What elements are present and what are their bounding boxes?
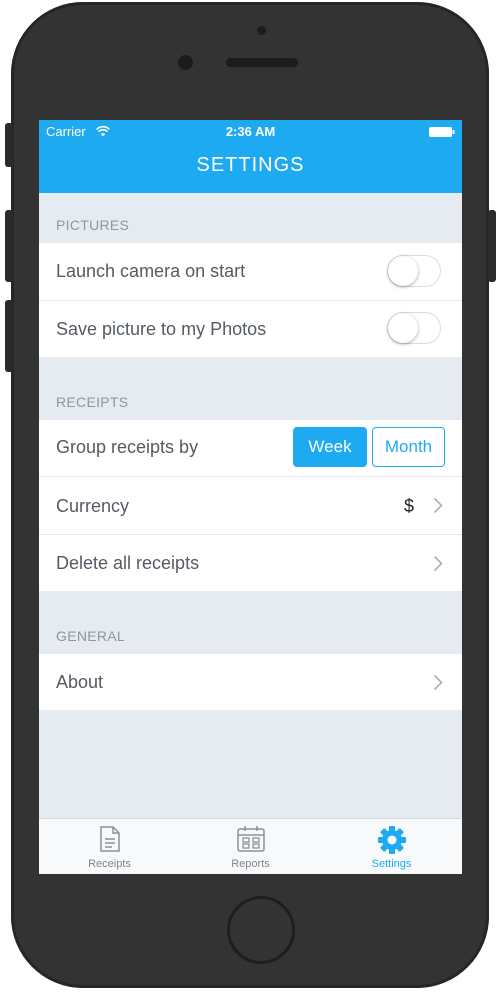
tab-receipts[interactable]: Receipts (39, 819, 180, 874)
mute-switch (5, 123, 13, 167)
earpiece-speaker (226, 58, 298, 67)
group-by-month-button[interactable]: Month (372, 427, 445, 467)
app-screen: Carrier 2:36 AM SETTINGS PICTURES Launch… (39, 120, 462, 874)
section-label-general: GENERAL (56, 628, 126, 644)
battery-icon (429, 127, 455, 137)
chevron-right-icon (433, 555, 443, 572)
tab-bar: Receipts Reports Settings (39, 818, 462, 874)
setting-currency[interactable]: Currency $ (39, 477, 462, 534)
setting-launch-camera: Launch camera on start (39, 243, 462, 300)
toggle-knob (388, 256, 418, 286)
home-button[interactable] (227, 896, 295, 964)
setting-label: About (56, 672, 104, 692)
setting-label: Launch camera on start (56, 261, 246, 281)
tab-label: Settings (371, 858, 412, 870)
receipt-icon (99, 826, 120, 852)
gear-icon (377, 826, 406, 854)
setting-label: Currency (56, 496, 130, 516)
launch-camera-toggle[interactable] (387, 255, 441, 287)
save-photos-toggle[interactable] (387, 312, 441, 344)
toggle-knob (388, 313, 418, 343)
setting-delete-receipts[interactable]: Delete all receipts (39, 535, 462, 591)
volume-down-button (5, 300, 13, 372)
calendar-icon (236, 826, 265, 852)
setting-save-photos: Save picture to my Photos (39, 301, 462, 357)
tab-reports[interactable]: Reports (180, 819, 321, 874)
setting-label: Delete all receipts (56, 553, 200, 573)
chevron-right-icon (433, 674, 443, 691)
section-label-pictures: PICTURES (56, 217, 130, 233)
chevron-right-icon (433, 497, 443, 514)
page-title: SETTINGS (196, 154, 305, 176)
status-bar: Carrier 2:36 AM (39, 124, 462, 142)
group-by-week-button[interactable]: Week (293, 427, 367, 467)
volume-up-button (5, 210, 13, 282)
currency-value: $ (404, 496, 415, 516)
tab-settings[interactable]: Settings (321, 819, 462, 874)
setting-label: Save picture to my Photos (56, 319, 267, 339)
power-button (488, 210, 496, 282)
setting-group-receipts: Group receipts by Week Month (39, 420, 462, 476)
setting-label: Group receipts by (56, 437, 199, 457)
status-time: 2:36 AM (225, 124, 276, 139)
tab-label: Receipts (88, 858, 131, 870)
section-label-receipts: RECEIPTS (56, 394, 129, 410)
proximity-sensor (257, 26, 266, 35)
front-camera (178, 55, 193, 70)
nav-header: Carrier 2:36 AM SETTINGS (39, 120, 462, 193)
setting-about[interactable]: About (39, 654, 462, 710)
tab-label: Reports (231, 858, 270, 870)
